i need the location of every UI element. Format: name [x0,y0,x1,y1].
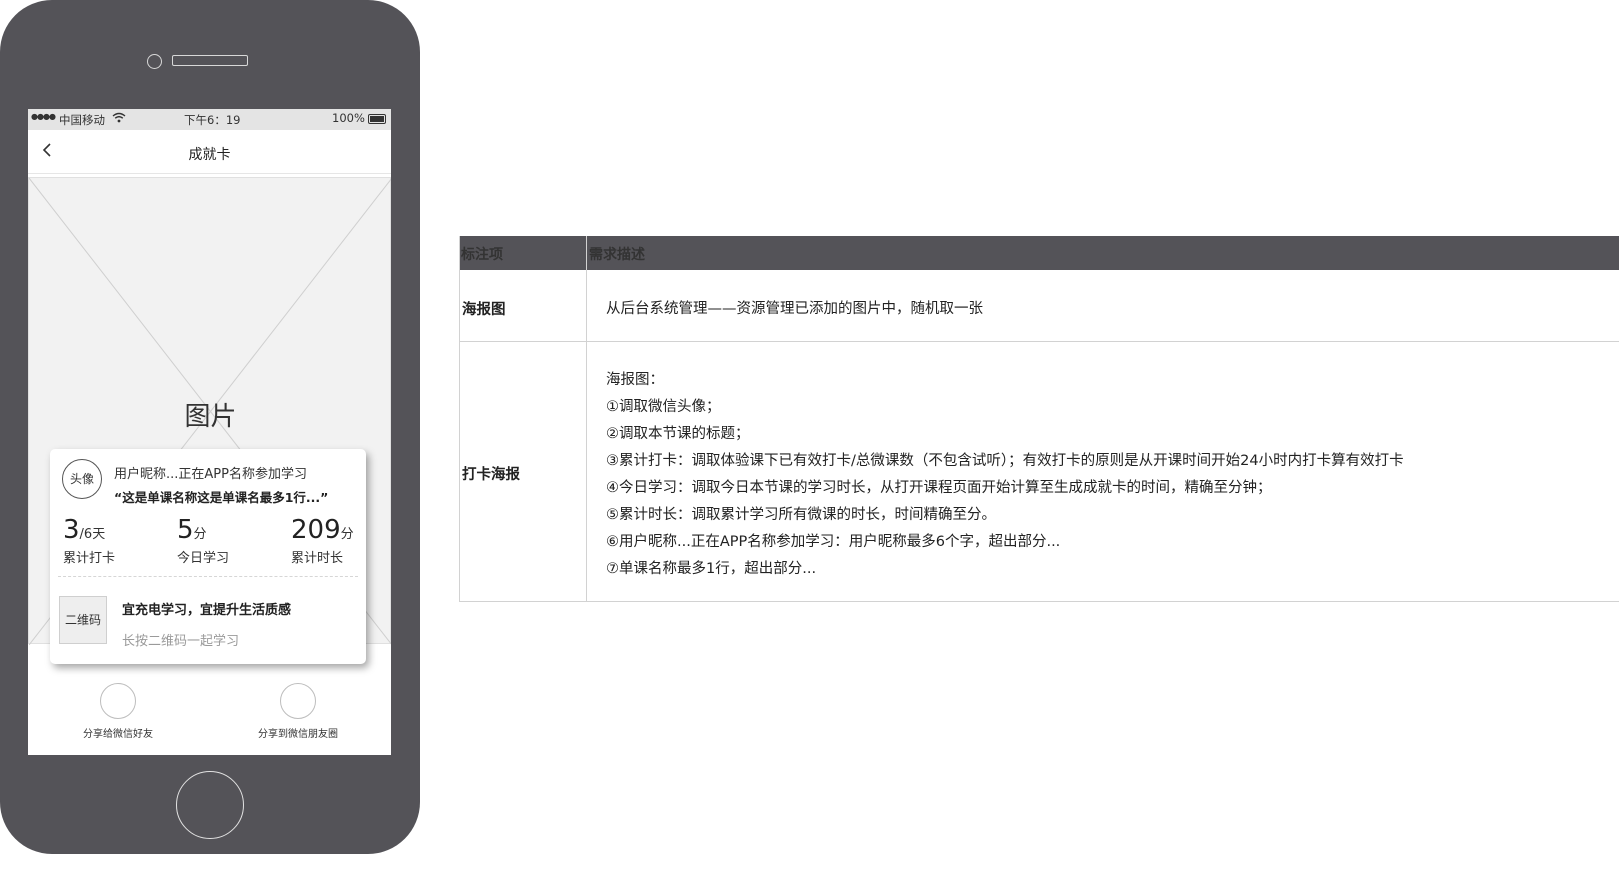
description-line: 海报图： [606,372,664,388]
description-line: ⑤累计时长：调取累计学习所有微课的时长，时间精确至分。 [606,507,996,523]
column-divider [586,236,587,602]
wifi-icon [112,112,126,126]
row-divider [459,341,1619,342]
description-line: ②调取本节课的标题； [606,426,750,442]
home-button[interactable] [176,771,244,839]
share-label: 分享到微信朋友圈 [258,729,338,740]
header-description: 需求描述 [589,247,645,263]
phone-frame: ●●●● 中国移动 下午6：19 100% 成就卡 图片 头像 用户昵称...正… [0,0,420,854]
signal-icon: ●●●● [31,112,56,121]
stat-total: 209分 累计时长 [291,515,354,566]
stat-today: 5分 今日学习 [177,515,229,566]
stat-unit: 分 [193,527,207,542]
row-name: 打卡海报 [462,467,520,483]
stat-unit: 分 [340,527,354,542]
image-label: 图片 [184,402,237,432]
speaker-icon [172,55,248,66]
annotation-table: 标注项 需求描述 海报图 从后台系统管理——资源管理已添加的图片中，随机取一张 … [459,236,1619,603]
stat-value: 209 [291,515,341,545]
stat-label: 累计时长 [291,551,344,566]
share-wechat-friend-button[interactable]: 分享给微信好友 [78,683,158,740]
row-divider [459,601,1619,602]
stat-value: 3 [63,515,80,545]
stat-label: 今日学习 [177,551,230,566]
qr-hint-text: 长按二维码一起学习 [122,634,240,649]
avatar: 头像 [62,459,102,499]
stat-unit: /6天 [79,527,106,542]
battery-percent: 100% [332,111,365,125]
description-line: ③累计打卡：调取体验课下已有效打卡/总微课数（不包含试听）；有效打卡的原则是从开… [606,453,1404,469]
row-description: 海报图： ①调取微信头像； ②调取本节课的标题； ③累计打卡：调取体验课下已有效… [606,367,1404,583]
course-title: “这是单课名称这是单课名最多1行...” [114,490,329,505]
wechat-moments-icon [280,683,316,719]
status-bar: ●●●● 中国移动 下午6：19 100% [28,109,391,130]
description-line: ⑥用户昵称...正在APP名称参加学习：用户昵称最多6个字，超出部分... [606,534,1061,550]
table-border [459,236,460,602]
row-name: 海报图 [462,302,506,318]
camera-icon [147,54,162,69]
wechat-friend-icon [100,683,136,719]
carrier-name: 中国移动 [59,113,105,127]
qr-code-placeholder: 二维码 [59,596,107,644]
share-label: 分享给微信好友 [83,729,153,740]
user-learning-line: 用户昵称...正在APP名称参加学习 [114,467,307,482]
nav-bar: 成就卡 [28,130,391,174]
stat-label: 累计打卡 [63,551,116,566]
header-item: 标注项 [461,247,503,263]
phone-screen: ●●●● 中国移动 下午6：19 100% 成就卡 图片 头像 用户昵称...正… [28,109,391,755]
card-divider [58,576,358,577]
battery-icon [368,114,386,124]
description-line: ④今日学习：调取今日本节课的学习时长，从打开课程页面开始计算至生成成就卡的时间，… [606,480,1272,496]
share-wechat-moments-button[interactable]: 分享到微信朋友圈 [258,683,338,740]
description-line: ⑦单课名称最多1行，超出部分... [606,561,817,577]
stat-value: 5 [177,515,194,545]
slogan-text: 宜充电学习，宜提升生活质感 [122,603,292,618]
table-header: 标注项 需求描述 [459,236,1619,270]
status-time: 下午6：19 [184,113,241,127]
description-line: ①调取微信头像； [606,399,721,415]
row-description: 从后台系统管理——资源管理已添加的图片中，随机取一张 [606,301,983,317]
achievement-card: 头像 用户昵称...正在APP名称参加学习 “这是单课名称这是单课名最多1行..… [50,449,366,664]
page-title: 成就卡 [188,147,231,163]
stat-checkin: 3/6天 累计打卡 [63,515,115,566]
